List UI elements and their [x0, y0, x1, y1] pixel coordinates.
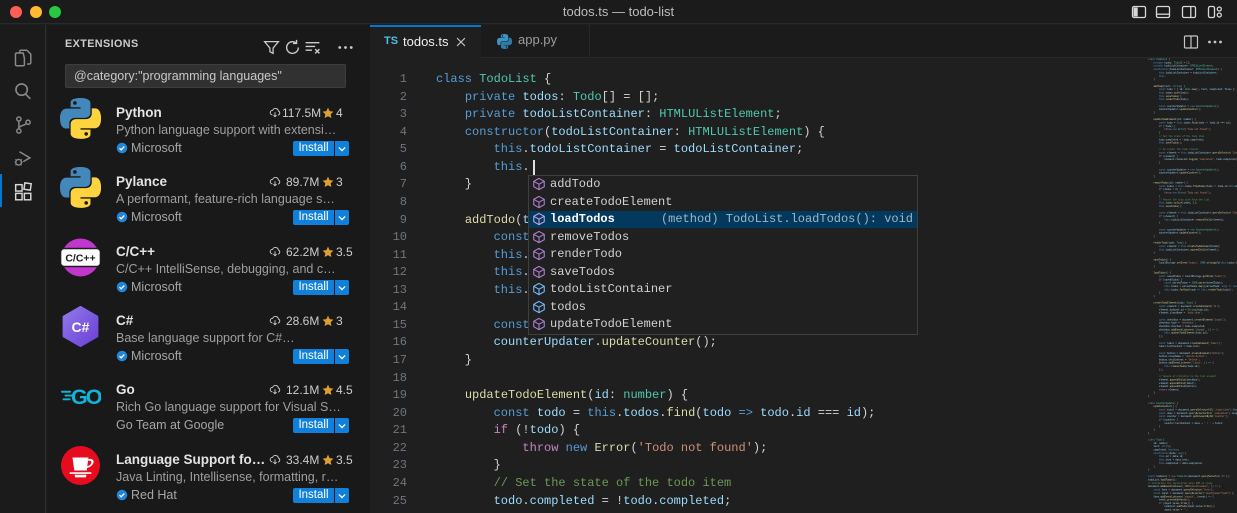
svg-text:C#: C# — [72, 319, 90, 335]
svg-text:C/C++: C/C++ — [65, 252, 95, 264]
svg-text:GO: GO — [71, 385, 101, 409]
